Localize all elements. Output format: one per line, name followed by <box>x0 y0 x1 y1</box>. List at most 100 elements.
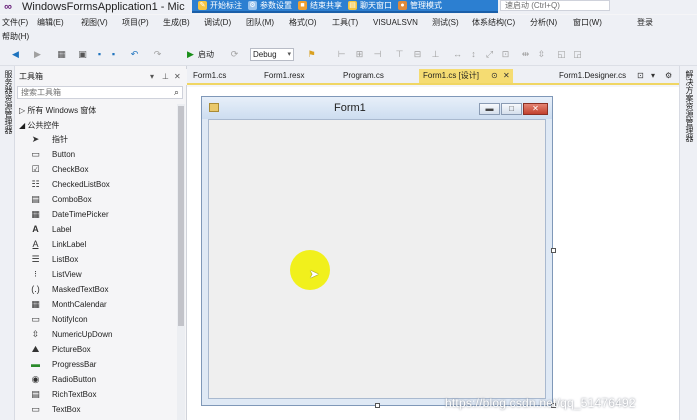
find-icon[interactable]: ⚑ <box>306 49 317 60</box>
toolbox-item-combobox[interactable]: ▤ ComboBox <box>27 192 177 207</box>
menu-view[interactable]: 视图(V) <box>81 17 108 28</box>
toolbox-item-richtextbox[interactable]: ▤ RichTextBox <box>27 387 177 402</box>
open-file-icon[interactable]: ▣ <box>77 49 88 60</box>
make-same-size-icon[interactable]: ⤢ <box>484 49 495 60</box>
toolbox-item-label[interactable]: A Label <box>27 222 177 237</box>
close-icon[interactable]: ✕ <box>174 72 181 82</box>
start-debug-button[interactable]: 启动 <box>198 49 214 60</box>
pin-icon[interactable]: ⊙ <box>491 69 498 83</box>
toolbox-item-picturebox[interactable]: ⛰ PictureBox <box>27 342 177 357</box>
toolbox-item-monthcalendar[interactable]: ▦ MonthCalendar <box>27 297 177 312</box>
align-lefts-icon[interactable]: ⊢ <box>336 49 347 60</box>
menu-analyze[interactable]: 分析(N) <box>530 17 557 28</box>
undo-icon[interactable]: ↶ <box>129 49 140 60</box>
gear-icon[interactable]: ⚙ <box>665 69 672 83</box>
align-bottoms-icon[interactable]: ⊥ <box>430 49 441 60</box>
toolbox-item-button[interactable]: ▭ Button <box>27 147 177 162</box>
menu-help[interactable]: 帮助(H) <box>2 31 29 42</box>
menu-edit[interactable]: 编辑(E) <box>37 17 64 28</box>
menu-format[interactable]: 格式(O) <box>289 17 317 28</box>
align-middles-icon[interactable]: ⊟ <box>412 49 423 60</box>
resize-handle-bottom[interactable] <box>375 403 380 408</box>
menu-architecture[interactable]: 体系结构(C) <box>472 17 515 28</box>
make-same-width-icon[interactable]: ↔ <box>452 49 463 60</box>
toolbox-item-progressbar[interactable]: ▬ ProgressBar <box>27 357 177 372</box>
toolbox-item-notifyicon[interactable]: ▭ NotifyIcon <box>27 312 177 327</box>
chat-window-label: 聊天窗口 <box>360 1 392 10</box>
menu-tools[interactable]: 工具(T) <box>332 17 358 28</box>
maximize-icon[interactable]: □ <box>501 103 522 115</box>
start-debug-icon[interactable]: ▶ <box>185 49 196 60</box>
tab-form1-cs[interactable]: Form1.cs <box>189 69 230 83</box>
form-title-bar[interactable]: Form1 ▬ □ ✕ <box>202 97 552 119</box>
toolbox-item-label: LinkLabel <box>52 240 87 249</box>
navigate-back-icon[interactable]: ◀ <box>10 49 21 60</box>
pin-icon[interactable]: ⊥ <box>162 72 169 82</box>
toolbox-item-checkedlistbox[interactable]: ☷ CheckedListBox <box>27 177 177 192</box>
toolbox-item-listview[interactable]: ⁝ ListView <box>27 267 177 282</box>
richtextbox-icon: ▤ <box>31 389 40 399</box>
preview-icon[interactable]: ⊡ <box>637 69 644 83</box>
tab-form1-designer-view[interactable]: Form1.cs [设计] <box>419 69 513 83</box>
search-icon[interactable]: ⌕ <box>174 87 179 98</box>
new-project-icon[interactable]: ▦ <box>56 49 67 60</box>
sign-in-link[interactable]: 登录 <box>637 17 653 28</box>
menu-file[interactable]: 文件(F) <box>2 17 28 28</box>
close-icon[interactable]: ✕ <box>523 103 548 115</box>
vertical-spacing-icon[interactable]: ⇳ <box>536 49 547 60</box>
end-share-button[interactable]: ■ 结束共享 <box>298 0 342 11</box>
tab-form1-resx[interactable]: Form1.resx <box>260 69 308 83</box>
toolbox-item-textbox[interactable]: ▭ TextBox <box>27 402 177 417</box>
send-to-back-icon[interactable]: ◲ <box>572 49 583 60</box>
save-icon[interactable]: ▪ <box>94 49 105 60</box>
menu-team[interactable]: 团队(M) <box>246 17 274 28</box>
quick-launch-input[interactable]: 速启动 (Ctrl+Q) <box>500 0 610 11</box>
redo-icon[interactable]: ↷ <box>152 49 163 60</box>
make-same-height-icon[interactable]: ↕ <box>468 49 479 60</box>
menu-window[interactable]: 窗口(W) <box>573 17 602 28</box>
toolbox-item-radiobutton[interactable]: ◉ RadioButton <box>27 372 177 387</box>
minimize-icon[interactable]: ▬ <box>479 103 500 115</box>
form-client-area[interactable] <box>208 119 546 399</box>
menu-build[interactable]: 生成(B) <box>163 17 190 28</box>
menu-visualsvn[interactable]: VISUALSVN <box>373 17 418 28</box>
size-to-grid-icon[interactable]: ⊡ <box>500 49 511 60</box>
align-centers-icon[interactable]: ⊞ <box>354 49 365 60</box>
start-annotation-button[interactable]: ✎ 开始标注 <box>198 0 242 11</box>
close-tab-icon[interactable]: ✕ <box>503 69 510 83</box>
tab-program-cs[interactable]: Program.cs <box>339 69 388 83</box>
solution-explorer-tab[interactable]: 解决方案资源管理器 <box>679 66 697 420</box>
toolbox-item-maskedtextbox[interactable]: (.) MaskedTextBox <box>27 282 177 297</box>
toolbox-item-linklabel[interactable]: A LinkLabel <box>27 237 177 252</box>
save-all-icon[interactable]: ▪ <box>108 49 119 60</box>
solution-configuration-select[interactable]: Debug ▾ <box>250 48 294 61</box>
toolbox-search-input[interactable]: 搜索工具箱 ⌕ <box>17 86 183 99</box>
admin-mode-button[interactable]: ● 管理模式 <box>398 0 442 11</box>
tab-list-dropdown-icon[interactable]: ▾ <box>651 69 655 83</box>
refresh-icon[interactable]: ⟳ <box>229 49 240 60</box>
chat-window-button[interactable]: ▤ 聊天窗口 <box>348 0 392 11</box>
align-rights-icon[interactable]: ⊣ <box>372 49 383 60</box>
settings-button[interactable]: ⚙ 参数设置 <box>248 0 292 11</box>
toolbox-scrollbar-thumb[interactable] <box>178 106 184 326</box>
toolbox-item-datetimepicker[interactable]: ▦ DateTimePicker <box>27 207 177 222</box>
resize-handle-right[interactable] <box>551 248 556 253</box>
bring-to-front-icon[interactable]: ◱ <box>556 49 567 60</box>
form-designer-window[interactable]: Form1 ▬ □ ✕ <box>201 96 553 406</box>
horizontal-spacing-icon[interactable]: ⇹ <box>520 49 531 60</box>
align-tops-icon[interactable]: ⊤ <box>394 49 405 60</box>
menu-project[interactable]: 项目(P) <box>122 17 149 28</box>
navigate-forward-icon[interactable]: ▶ <box>32 49 43 60</box>
menu-debug[interactable]: 调试(D) <box>204 17 231 28</box>
category-common-controls[interactable]: ◢ 公共控件 <box>19 120 59 131</box>
toolbox-item-numericupdown[interactable]: ⇳ NumericUpDown <box>27 327 177 342</box>
server-explorer-tab[interactable]: 服务器资源管理器 <box>0 66 15 420</box>
dropdown-icon[interactable]: ▾ <box>150 72 154 82</box>
toolbox-item-checkbox[interactable]: ☑ CheckBox <box>27 162 177 177</box>
tab-form1-designer-cs[interactable]: Form1.Designer.cs <box>555 69 630 83</box>
toolbox-item-listbox[interactable]: ☰ ListBox <box>27 252 177 267</box>
toolbox-item-pointer[interactable]: ➤ 指针 <box>27 132 177 147</box>
category-all-windows-forms[interactable]: ▷ 所有 Windows 窗体 <box>19 105 96 116</box>
menu-test[interactable]: 测试(S) <box>432 17 459 28</box>
toolbox-scrollbar[interactable] <box>177 104 185 420</box>
